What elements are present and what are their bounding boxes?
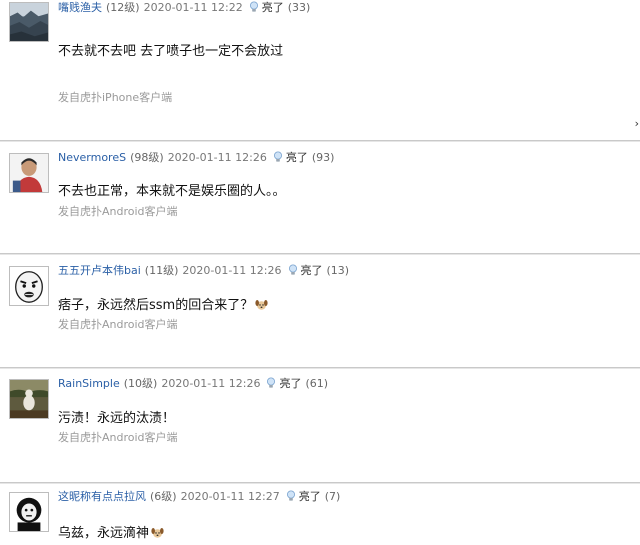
comment-meta: 嘴贱渔夫 (12级) 2020-01-11 12:22 亮了 (33)	[58, 1, 310, 15]
client-source: 发自虎扑iPhone客户端	[58, 91, 173, 104]
comment-meta: 五五开卢本伟bai (11级) 2020-01-11 12:26 亮了 (13)	[58, 264, 349, 278]
username-link[interactable]: RainSimple	[58, 377, 120, 390]
timestamp: 2020-01-11 12:26	[167, 151, 267, 164]
user-level: (11级)	[144, 264, 179, 277]
collapse-arrow-icon[interactable]: ›	[635, 117, 639, 130]
avatar-image	[10, 3, 48, 41]
avatar[interactable]	[9, 266, 49, 306]
comment-text: 污渍！永远的汰渍！	[58, 411, 176, 426]
comment-meta: 这昵称有点点拉风 (6级) 2020-01-11 12:27 亮了 (7)	[58, 490, 340, 504]
dog-emoji-icon	[151, 528, 164, 538]
timestamp: 2020-01-11 12:26	[161, 377, 261, 390]
avatar-image	[10, 267, 48, 305]
username-link[interactable]: 五五开卢本伟bai	[58, 264, 141, 277]
like-count: (13)	[326, 264, 350, 277]
client-source: 发自虎扑Android客户端	[58, 205, 178, 218]
user-level: (10级)	[123, 377, 158, 390]
like-button[interactable]: 亮了	[279, 377, 301, 390]
timestamp: 2020-01-11 12:22	[143, 1, 243, 14]
lightbulb-icon[interactable]	[285, 490, 297, 502]
avatar-image	[10, 493, 48, 531]
comment-item: NevermoreS (98级) 2020-01-11 12:26 亮了 (93) 不去…	[0, 142, 640, 254]
client-source: 发自虎扑Android客户端	[58, 431, 178, 444]
comment-item: 嘴贱渔夫 (12级) 2020-01-11 12:22 亮了 (33) 不去就不去吧 去…	[0, 0, 640, 141]
timestamp: 2020-01-11 12:27	[180, 490, 280, 503]
dog-emoji-icon	[255, 300, 268, 310]
user-level: (6级)	[150, 490, 177, 503]
like-count: (61)	[305, 377, 329, 390]
lightbulb-icon[interactable]	[265, 377, 277, 389]
comment-text: 痞子，永远然后ssm的回合来了？	[58, 298, 254, 313]
lightbulb-icon[interactable]	[287, 264, 299, 276]
avatar-image	[10, 380, 48, 418]
like-button[interactable]: 亮了	[301, 264, 323, 277]
like-button[interactable]: 亮了	[299, 490, 321, 503]
lightbulb-icon[interactable]	[248, 1, 260, 13]
timestamp: 2020-01-11 12:26	[182, 264, 282, 277]
comment-meta: NevermoreS (98级) 2020-01-11 12:26 亮了 (93)	[58, 151, 334, 165]
comment-text: 乌兹，永远滴神	[58, 526, 150, 541]
avatar[interactable]	[9, 492, 49, 532]
client-source: 发自虎扑Android客户端	[58, 318, 178, 331]
comment-item: 五五开卢本伟bai (11级) 2020-01-11 12:26 亮了 (13) 痞子，…	[0, 256, 640, 368]
like-count: (93)	[311, 151, 335, 164]
avatar[interactable]	[9, 379, 49, 419]
avatar[interactable]	[9, 153, 49, 193]
user-level: (12级)	[106, 1, 140, 14]
comment-meta: RainSimple (10级) 2020-01-11 12:26 亮了 (61)	[58, 377, 328, 391]
avatar[interactable]	[9, 2, 49, 42]
comment-item: 这昵称有点点拉风 (6级) 2020-01-11 12:27 亮了 (7) 乌兹，永远滴…	[0, 485, 640, 545]
comment-text: 不去也正常，本来就不是娱乐圈的人。。	[58, 184, 286, 199]
username-link[interactable]: 嘴贱渔夫	[58, 1, 102, 14]
username-link[interactable]: 这昵称有点点拉风	[58, 490, 146, 503]
comment-text-wrapper: 乌兹，永远滴神	[58, 522, 164, 541]
comment-feed: 嘴贱渔夫 (12级) 2020-01-11 12:22 亮了 (33) 不去就不去吧 去…	[0, 0, 640, 541]
username-link[interactable]: NevermoreS	[58, 151, 126, 164]
like-count: (33)	[287, 1, 311, 14]
comment-text-wrapper: 痞子，永远然后ssm的回合来了？	[58, 294, 268, 313]
like-count: (7)	[324, 490, 341, 503]
avatar-image	[10, 154, 48, 192]
user-level: (98级)	[130, 151, 164, 164]
like-button[interactable]: 亮了	[286, 151, 308, 164]
comment-text: 不去就不去吧 去了喷子也一定不会放过	[58, 44, 284, 59]
comment-item: RainSimple (10级) 2020-01-11 12:26 亮了 (61) 污渍…	[0, 370, 640, 483]
lightbulb-icon[interactable]	[272, 151, 284, 163]
like-button[interactable]: 亮了	[262, 1, 284, 14]
